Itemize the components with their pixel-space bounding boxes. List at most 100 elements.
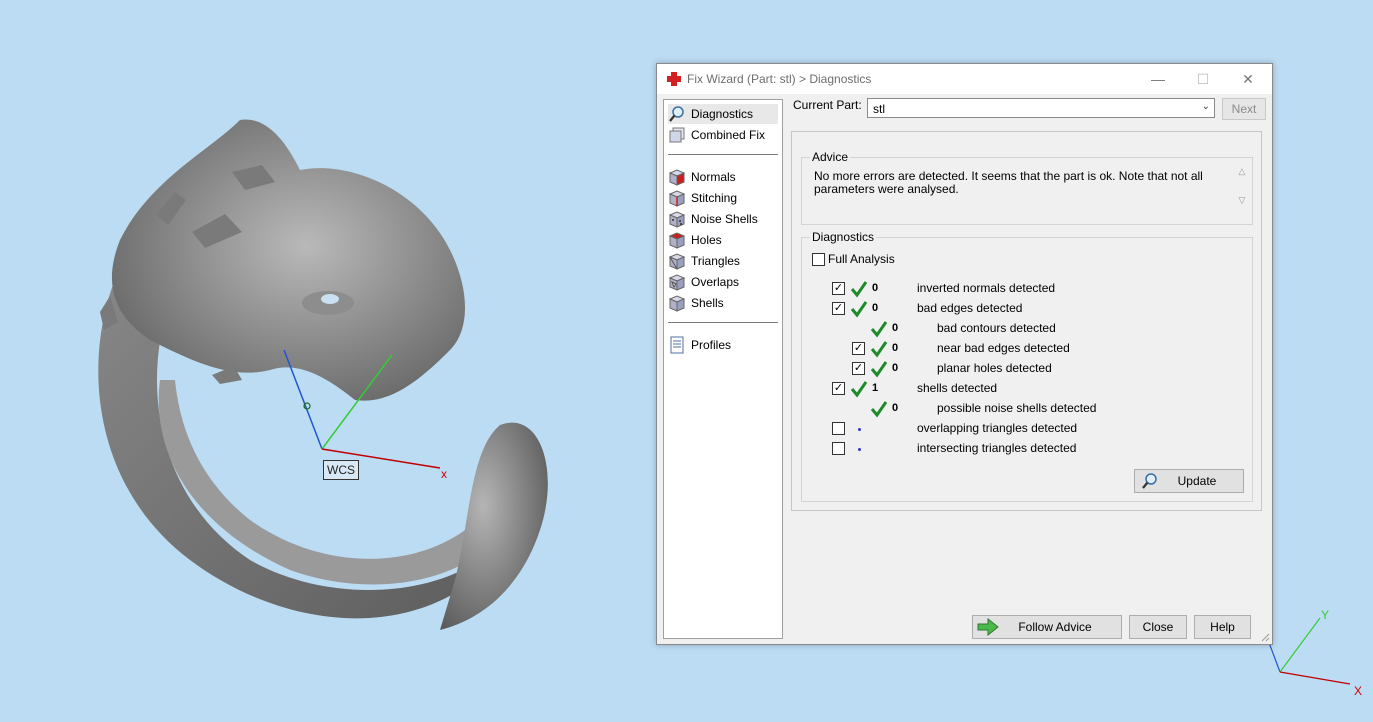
update-button[interactable]: Update (1134, 469, 1244, 493)
bad-edges-checkbox[interactable]: ✓ (832, 302, 845, 315)
normals-cube-icon (668, 169, 686, 186)
nav-divider (668, 154, 778, 155)
fix-wizard-window: Fix Wizard (Part: stl) > Diagnostics — ☐… (656, 63, 1273, 645)
nav-item-overlaps[interactable]: Overlaps (668, 272, 778, 292)
axis-x-label: x (441, 467, 447, 481)
advice-scrollbar[interactable]: △ ▽ (1234, 164, 1250, 210)
nav-label: Diagnostics (691, 107, 754, 121)
planar-holes-checkbox[interactable]: ✓ (852, 362, 865, 375)
profiles-document-icon (670, 336, 684, 354)
inverted-normals-checkbox[interactable]: ✓ (832, 282, 845, 295)
next-button[interactable]: Next (1222, 98, 1266, 120)
overlaps-cube-icon (668, 274, 686, 291)
inverted-normals-count: 0 (872, 282, 879, 294)
planar-holes-label: planar holes detected (937, 361, 1052, 375)
shells-checkbox[interactable]: ✓ (832, 382, 845, 395)
wcs-label: WCS (323, 460, 359, 480)
close-window-button[interactable]: ✕ (1237, 68, 1259, 90)
corner-axis-x-label: X (1354, 684, 1363, 698)
nav-item-stitching[interactable]: Stitching (668, 188, 778, 208)
advice-group: Advice No more errors are detected. It s… (801, 150, 1253, 225)
nav-item-noise-shells[interactable]: Noise Shells (668, 209, 778, 229)
combined-fix-icon (669, 127, 685, 143)
nav-item-normals[interactable]: Normals (668, 167, 778, 187)
nav-item-holes[interactable]: Holes (668, 230, 778, 250)
magnifier-icon (669, 106, 684, 122)
follow-advice-label: Follow Advice (1018, 620, 1092, 634)
overlapping-triangles-checkbox[interactable] (832, 422, 845, 435)
noise-shells-count: 0 (892, 402, 899, 414)
green-check-icon (870, 321, 888, 338)
full-analysis-checkbox[interactable] (812, 253, 825, 266)
nav-label: Noise Shells (691, 212, 758, 226)
green-check-icon (850, 281, 868, 298)
green-check-icon (870, 401, 888, 418)
nav-label: Overlaps (691, 275, 740, 289)
not-analysed-dot-icon (858, 448, 861, 451)
nav-label: Normals (691, 170, 736, 184)
inverted-normals-label: inverted normals detected (917, 281, 1056, 295)
nav-item-shells[interactable]: Shells (668, 293, 778, 313)
shells-count: 1 (872, 382, 879, 394)
bad-edges-label: bad edges detected (917, 301, 1023, 315)
noise-shells-label: possible noise shells detected (937, 401, 1097, 415)
shells-label: shells detected (917, 381, 998, 395)
green-check-icon (850, 381, 868, 398)
nav-item-triangles[interactable]: Triangles (668, 251, 778, 271)
close-button[interactable]: Close (1129, 615, 1187, 639)
bad-contours-label: bad contours detected (937, 321, 1056, 335)
green-check-icon (870, 341, 888, 358)
bad-contours-count: 0 (892, 322, 899, 334)
green-check-icon (870, 361, 888, 378)
window-title: Fix Wizard (Part: stl) > Diagnostics (687, 72, 872, 86)
green-check-icon (850, 301, 868, 318)
nav-label: Holes (691, 233, 722, 247)
nav-label: Combined Fix (691, 128, 766, 142)
magnifier-icon (1142, 473, 1157, 489)
shells-cube-icon (668, 295, 686, 312)
nav-label: Profiles (691, 338, 732, 352)
nav-divider (668, 322, 778, 323)
nav-item-diagnostics[interactable]: Diagnostics (668, 104, 778, 124)
not-analysed-dot-icon (858, 428, 861, 431)
planar-holes-count: 0 (892, 362, 899, 374)
near-bad-edges-count: 0 (892, 342, 899, 354)
nav-label: Triangles (691, 254, 740, 268)
advice-text: No more errors are detected. It seems th… (814, 170, 1203, 196)
current-part-select[interactable]: stl ⌄ (867, 98, 1215, 118)
overlapping-triangles-label: overlapping triangles detected (917, 421, 1078, 435)
maximize-button[interactable]: ☐ (1192, 68, 1214, 90)
green-arrow-icon (977, 618, 999, 636)
nav-label: Shells (691, 296, 724, 310)
noise-shells-cube-icon (668, 211, 686, 228)
wizard-nav-panel: Diagnostics Combined Fix Normals Stitchi… (663, 99, 783, 639)
chevron-down-icon: ⌄ (1201, 101, 1210, 112)
update-label: Update (1177, 474, 1217, 488)
current-part-value: stl (873, 102, 885, 116)
intersecting-triangles-checkbox[interactable] (832, 442, 845, 455)
stitching-cube-icon (668, 190, 686, 207)
scroll-down-icon[interactable]: ▽ (1234, 195, 1250, 206)
intersecting-triangles-label: intersecting triangles detected (917, 441, 1077, 455)
near-bad-edges-checkbox[interactable]: ✓ (852, 342, 865, 355)
title-bar[interactable]: Fix Wizard (Part: stl) > Diagnostics — ☐… (657, 64, 1272, 94)
triangles-cube-icon (668, 253, 686, 270)
nav-item-combined-fix[interactable]: Combined Fix (668, 125, 778, 145)
near-bad-edges-label: near bad edges detected (937, 341, 1070, 355)
bad-edges-count: 0 (872, 302, 879, 314)
help-button[interactable]: Help (1194, 615, 1251, 639)
full-analysis-label: Full Analysis (828, 252, 895, 266)
current-part-label: Current Part: (793, 98, 862, 112)
advice-title: Advice (810, 150, 851, 164)
diagnostics-panel: Advice No more errors are detected. It s… (791, 131, 1262, 511)
nav-item-profiles[interactable]: Profiles (668, 335, 778, 355)
scroll-up-icon[interactable]: △ (1234, 166, 1250, 177)
diagnostics-group: Diagnostics Full Analysis ✓ 0 inverted n… (801, 230, 1253, 502)
nav-label: Stitching (691, 191, 738, 205)
diagnostics-title: Diagnostics (810, 230, 877, 244)
minimize-button[interactable]: — (1147, 68, 1169, 90)
corner-axis-y-label: Y (1321, 608, 1330, 622)
red-cross-icon (667, 72, 681, 86)
resize-grip-icon[interactable] (1260, 632, 1270, 642)
follow-advice-button[interactable]: Follow Advice (972, 615, 1122, 639)
